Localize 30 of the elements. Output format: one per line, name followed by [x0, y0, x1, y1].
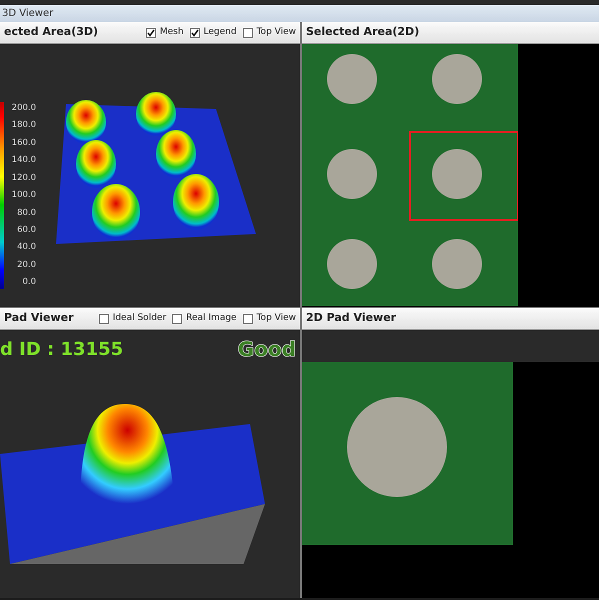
- checkbox-label: Mesh: [160, 26, 184, 39]
- window-title: 3D Viewer: [0, 5, 599, 22]
- checkbox-label: Real Image: [186, 312, 237, 325]
- legend-tick-label: 120.0: [10, 172, 36, 184]
- pad-id-label: d ID : 13155: [0, 338, 124, 362]
- legend-tick-label: 140.0: [10, 154, 36, 168]
- checkbox[interactable]: [146, 28, 156, 38]
- legend-tick-label: 160.0: [10, 136, 36, 150]
- legend-tick-label: 180.0: [10, 119, 36, 132]
- legend-tick-label: 40.0: [16, 241, 36, 254]
- checkbox-label: Top View: [256, 312, 296, 325]
- checkbox-label: Legend: [204, 26, 237, 39]
- inspection-result: Good: [238, 336, 296, 363]
- checkbox[interactable]: [172, 314, 182, 324]
- checkbox[interactable]: [190, 28, 200, 38]
- checkbox-label: Top View: [256, 26, 296, 39]
- checkbox[interactable]: [242, 28, 253, 38]
- legend-tick-label: 0.0: [21, 276, 36, 289]
- checkbox-label: Ideal Solder: [112, 312, 166, 325]
- legend-tick-label: 200.0: [10, 102, 36, 115]
- legend-tick-label: 80.0: [16, 206, 36, 220]
- panel-title: ected Area(3D): [4, 24, 98, 40]
- panel-title: 2D Pad Viewer: [306, 310, 396, 326]
- legend-tick-label: 100.0: [10, 189, 36, 202]
- panel-title: Pad Viewer: [4, 310, 74, 326]
- checkbox[interactable]: [98, 314, 109, 324]
- legend-tick-label: 60.0: [16, 224, 36, 237]
- legend-tick-label: 20.0: [16, 258, 36, 272]
- checkbox[interactable]: [242, 314, 253, 324]
- panel-title: Selected Area(2D): [306, 24, 420, 40]
